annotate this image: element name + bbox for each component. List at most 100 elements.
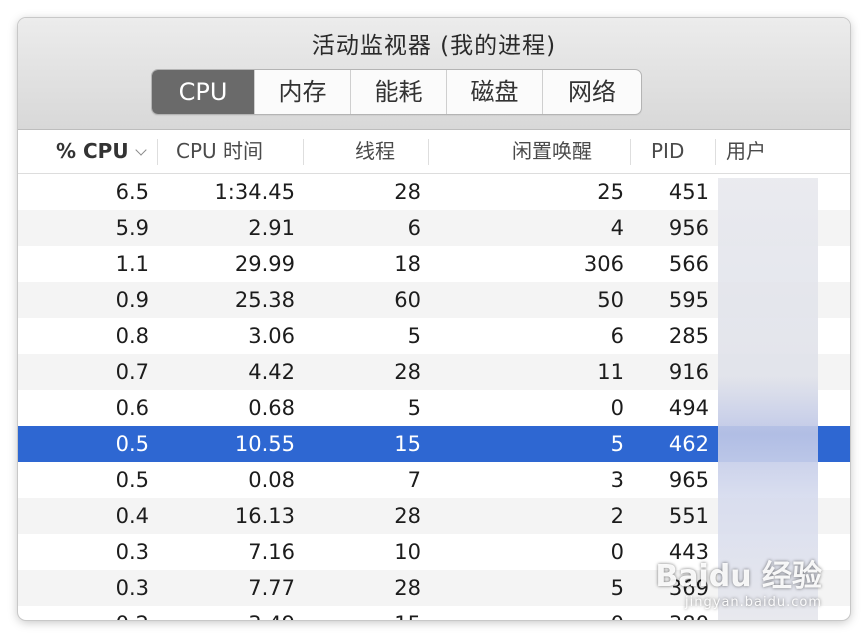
cell-idle-wake: 0 <box>610 396 624 420</box>
column-header-cpu[interactable]: % CPU <box>56 130 147 173</box>
cell-pid: 380 <box>632 606 709 620</box>
column-header-threads[interactable]: 线程 <box>355 130 395 173</box>
table-row[interactable]: 0.2 3.49 15 0 380 <box>18 606 850 620</box>
cell-cpu-time: 29.99 <box>234 252 295 276</box>
cell-pid: 595 <box>668 288 709 312</box>
cell-cpu: 0.3 <box>115 576 149 600</box>
table-row[interactable]: 0.9 25.38 60 50 595 <box>18 282 850 318</box>
cell-pid: 551 <box>668 504 709 528</box>
cell-cpu: 0.5 <box>115 468 149 492</box>
table-row-selected[interactable]: 0.5 10.55 15 5 462 <box>18 426 850 462</box>
cell-idle-wake: 0 <box>610 540 624 564</box>
cell-threads: 28 <box>394 180 421 204</box>
cell-idle-wake: 3 <box>610 468 624 492</box>
cell-cpu-time: 10.55 <box>234 432 295 456</box>
cell-threads: 28 <box>394 360 421 384</box>
cell-cpu-time: 25.38 <box>234 288 295 312</box>
column-header-idle-wake[interactable]: 闲置唤醒 <box>512 130 592 173</box>
table-row[interactable]: 0.4 16.13 28 2 551 <box>18 498 850 534</box>
cell-cpu: 6.5 <box>115 180 149 204</box>
cell-cpu: 0.3 <box>115 540 149 564</box>
table-row[interactable]: 1.1 29.99 18 306 566 <box>18 246 850 282</box>
cell-pid: 956 <box>668 216 709 240</box>
cell-cpu: 0.6 <box>115 396 149 420</box>
table-row[interactable]: 0.7 4.42 28 11 916 <box>18 354 850 390</box>
cell-idle-wake: 5 <box>610 576 624 600</box>
cell-cpu: 0.8 <box>115 324 149 348</box>
chevron-down-icon <box>134 144 147 156</box>
table-row[interactable]: 5.9 2.91 6 4 956 <box>18 210 850 246</box>
cell-cpu-time: 3.06 <box>248 324 295 348</box>
cell-threads: 15 <box>394 432 421 456</box>
cell-idle-wake: 0 <box>430 606 624 620</box>
cell-threads: 15 <box>305 606 421 620</box>
column-divider[interactable] <box>303 139 304 165</box>
cell-pid: 369 <box>668 576 709 600</box>
cell-threads: 60 <box>394 288 421 312</box>
cell-cpu: 0.7 <box>115 360 149 384</box>
process-table: 6.5 1:34.45 28 25 451 5.9 2.91 6 4 956 1… <box>18 174 850 620</box>
activity-monitor-window: 活动监视器 (我的进程) CPU 内存 能耗 磁盘 网络 % CPU CPU 时… <box>18 18 850 620</box>
cell-cpu-time: 3.49 <box>158 606 295 620</box>
tab-memory[interactable]: 内存 <box>254 70 350 114</box>
cell-pid: 451 <box>668 180 709 204</box>
cell-idle-wake: 306 <box>583 252 624 276</box>
column-header-cpu-time[interactable]: CPU 时间 <box>176 130 263 173</box>
column-header-pid[interactable]: PID <box>651 130 684 173</box>
cell-idle-wake: 6 <box>610 324 624 348</box>
cell-cpu: 0.9 <box>115 288 149 312</box>
column-header-cpu-label: % CPU <box>56 139 129 163</box>
table-row[interactable]: 0.6 0.68 5 0 494 <box>18 390 850 426</box>
table-row[interactable]: 0.8 3.06 5 6 285 <box>18 318 850 354</box>
cell-threads: 5 <box>407 396 421 420</box>
cell-cpu-time: 16.13 <box>234 504 295 528</box>
cell-cpu: 0.5 <box>115 432 149 456</box>
cell-idle-wake: 4 <box>610 216 624 240</box>
cell-pid: 285 <box>668 324 709 348</box>
toolbar: 活动监视器 (我的进程) CPU 内存 能耗 磁盘 网络 <box>18 18 850 130</box>
cell-idle-wake: 11 <box>597 360 624 384</box>
view-segmented-control: CPU 内存 能耗 磁盘 网络 <box>151 69 642 115</box>
cell-cpu-time: 4.42 <box>248 360 295 384</box>
cell-cpu: 0.4 <box>115 504 149 528</box>
cell-pid: 462 <box>668 432 709 456</box>
column-divider[interactable] <box>630 139 631 165</box>
column-divider[interactable] <box>157 139 158 165</box>
column-header-user[interactable]: 用户 <box>726 130 766 173</box>
table-row[interactable]: 0.3 7.77 28 5 369 <box>18 570 850 606</box>
column-divider[interactable] <box>715 139 716 165</box>
cell-cpu: 1.1 <box>115 252 149 276</box>
table-row[interactable]: 0.3 7.16 10 0 443 <box>18 534 850 570</box>
cell-threads: 28 <box>394 504 421 528</box>
tab-disk[interactable]: 磁盘 <box>446 70 542 114</box>
cell-pid: 566 <box>668 252 709 276</box>
cell-cpu-time: 2.91 <box>248 216 295 240</box>
cell-threads: 6 <box>407 216 421 240</box>
cell-idle-wake: 50 <box>597 288 624 312</box>
cell-cpu: 5.9 <box>115 216 149 240</box>
table-header: % CPU CPU 时间 线程 闲置唤醒 PID 用户 <box>18 130 850 174</box>
cell-idle-wake: 2 <box>610 504 624 528</box>
cell-threads: 5 <box>407 324 421 348</box>
cell-cpu-time: 1:34.45 <box>214 180 295 204</box>
cell-cpu: 0.2 <box>18 606 149 620</box>
cell-pid: 916 <box>668 360 709 384</box>
cell-pid: 494 <box>668 396 709 420</box>
column-divider[interactable] <box>428 139 429 165</box>
cell-idle-wake: 5 <box>610 432 624 456</box>
cell-cpu-time: 0.68 <box>248 396 295 420</box>
cell-cpu-time: 7.77 <box>248 576 295 600</box>
cell-pid: 965 <box>668 468 709 492</box>
cell-threads: 10 <box>394 540 421 564</box>
tab-energy[interactable]: 能耗 <box>350 70 446 114</box>
tab-network[interactable]: 网络 <box>542 70 641 114</box>
cell-idle-wake: 25 <box>597 180 624 204</box>
table-row[interactable]: 0.5 0.08 7 3 965 <box>18 462 850 498</box>
table-row[interactable]: 6.5 1:34.45 28 25 451 <box>18 174 850 210</box>
cell-pid: 443 <box>668 540 709 564</box>
cell-threads: 18 <box>394 252 421 276</box>
cell-cpu-time: 0.08 <box>248 468 295 492</box>
cell-threads: 7 <box>407 468 421 492</box>
tab-cpu[interactable]: CPU <box>152 70 254 114</box>
cell-threads: 28 <box>394 576 421 600</box>
